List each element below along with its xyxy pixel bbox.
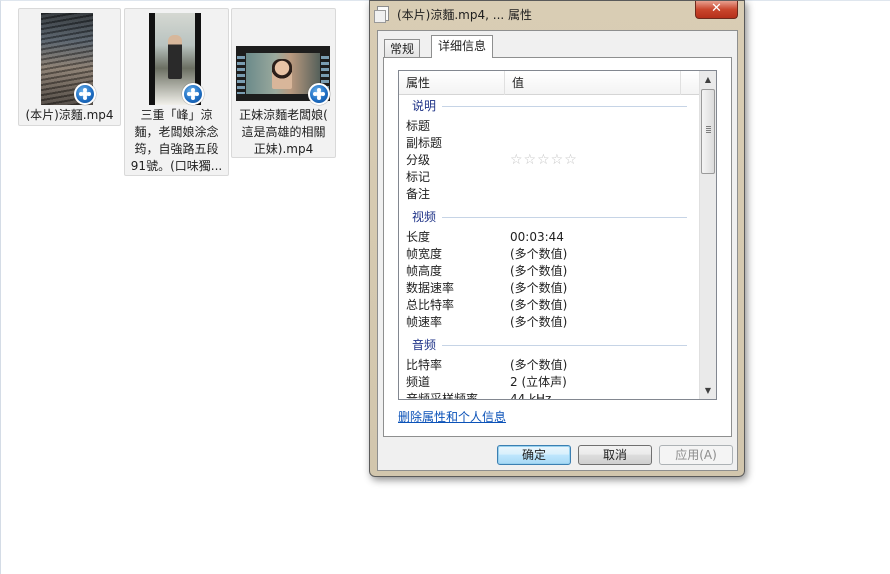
file-properties-icon: [374, 6, 389, 23]
list-body: 说明 标题 副标题 分级 ☆☆☆☆☆ 标记 备注 视频 长度 00:03:44 帧宽…: [399, 96, 701, 399]
close-button[interactable]: ✕: [695, 1, 738, 19]
list-item[interactable]: 音频采样频率 44 kHz: [406, 391, 696, 399]
details-panel: 属性 值 说明 标题 副标题 分级 ☆☆☆☆☆ 标记 备注 视频 长度 00:0…: [383, 57, 732, 437]
vertical-scrollbar[interactable]: ▲ ▼: [699, 71, 716, 399]
tab-details[interactable]: 详细信息: [431, 35, 494, 58]
group-header-video[interactable]: 视频: [412, 208, 687, 226]
properties-dialog: (本片)涼麵.mp4, ... 属性 ✕ 常规 详细信息 属性 值 说明 标题 …: [369, 0, 745, 477]
file-item[interactable]: (本片)涼麵.mp4: [18, 8, 121, 126]
list-item[interactable]: 副标题: [406, 135, 696, 152]
dialog-client: 常规 详细信息 属性 值 说明 标题 副标题 分级 ☆☆☆☆☆ 标记 备注 视频…: [377, 30, 738, 471]
list-item[interactable]: 总比特率 (多个数值): [406, 297, 696, 314]
list-item[interactable]: 帧速率 (多个数值): [406, 314, 696, 331]
cancel-button[interactable]: 取消: [578, 445, 652, 465]
media-player-icon: [74, 83, 96, 105]
apply-button[interactable]: 应用(A): [659, 445, 733, 465]
media-player-icon: [182, 83, 204, 105]
ok-button[interactable]: 确定: [497, 445, 571, 465]
column-header-property[interactable]: 属性: [399, 71, 505, 95]
scrollbar-thumb[interactable]: [701, 89, 715, 174]
dialog-title: (本片)涼麵.mp4, ... 属性: [397, 8, 533, 22]
list-item[interactable]: 帧高度 (多个数值): [406, 263, 696, 280]
file-item[interactable]: 三重「峰」涼 麵，老闆娘涂念 筠，自強路五段 91號。(口味獨...: [124, 8, 229, 176]
file-name: (本片)涼麵.mp4: [25, 108, 114, 122]
scroll-down-icon[interactable]: ▼: [700, 382, 716, 399]
file-name: 三重「峰」涼 麵，老闆娘涂念 筠，自強路五段 91號。(口味獨...: [130, 108, 223, 173]
scroll-up-icon[interactable]: ▲: [700, 71, 716, 88]
property-list[interactable]: 属性 值 说明 标题 副标题 分级 ☆☆☆☆☆ 标记 备注 视频 长度 00:0…: [398, 70, 717, 400]
media-player-icon: [308, 83, 330, 105]
remove-properties-link[interactable]: 删除属性和个人信息: [398, 408, 506, 425]
tab-general[interactable]: 常规: [384, 39, 421, 57]
list-item[interactable]: 标题: [406, 118, 696, 135]
dialog-titlebar[interactable]: (本片)涼麵.mp4, ... 属性 ✕: [370, 1, 744, 27]
list-item[interactable]: 长度 00:03:44: [406, 229, 696, 246]
list-header: 属性 值: [399, 71, 701, 95]
file-item[interactable]: 正妹涼麵老闆娘( 這是高雄的相關 正妹).mp4: [231, 8, 336, 158]
file-name: 正妹涼麵老闆娘( 這是高雄的相關 正妹).mp4: [239, 108, 328, 156]
list-item[interactable]: 备注: [406, 186, 696, 203]
group-header-description[interactable]: 说明: [412, 97, 687, 115]
list-item[interactable]: 帧宽度 (多个数值): [406, 246, 696, 263]
list-item[interactable]: 标记: [406, 169, 696, 186]
list-item[interactable]: 数据速率 (多个数值): [406, 280, 696, 297]
group-header-audio[interactable]: 音频: [412, 336, 687, 354]
rating-stars[interactable]: ☆☆☆☆☆: [510, 153, 578, 168]
list-item[interactable]: 比特率 (多个数值): [406, 357, 696, 374]
list-item[interactable]: 频道 2 (立体声): [406, 374, 696, 391]
column-header-value[interactable]: 值: [505, 71, 681, 95]
list-item[interactable]: 分级 ☆☆☆☆☆: [406, 152, 696, 169]
